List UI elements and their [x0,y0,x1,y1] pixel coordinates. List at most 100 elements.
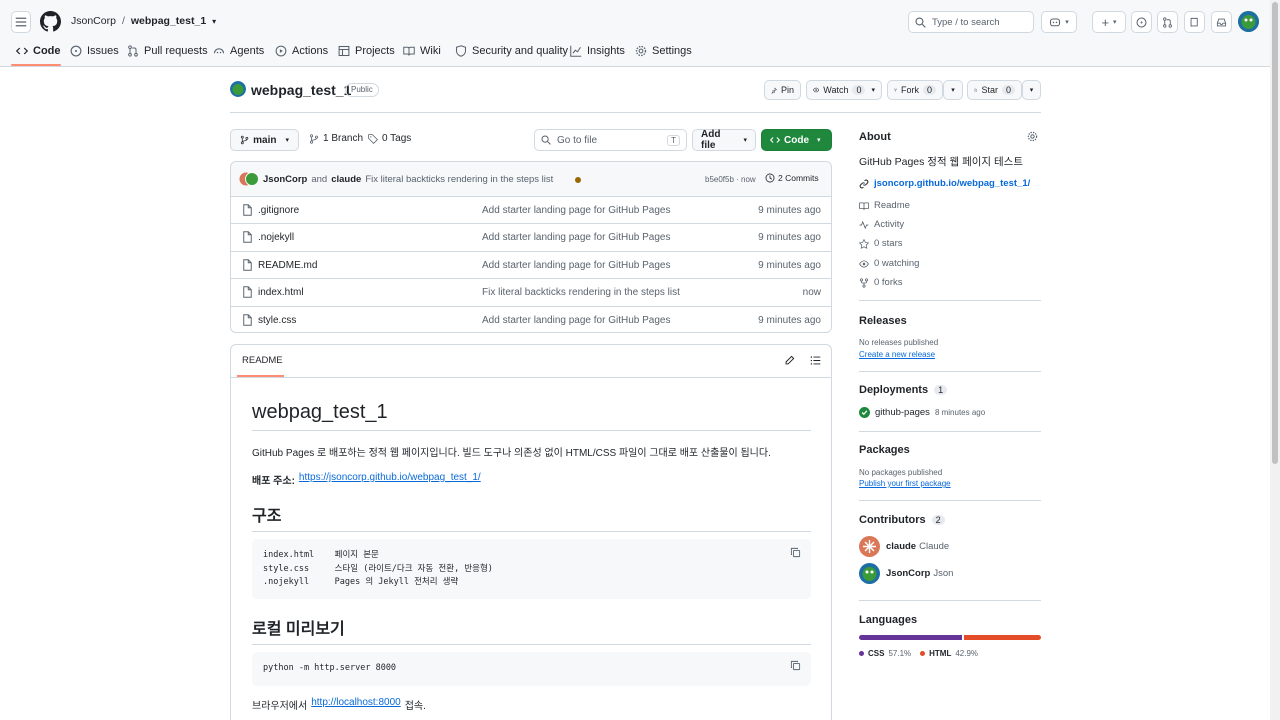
edit-readme-button[interactable] [784,355,795,366]
readme-tab[interactable]: README [242,355,283,366]
tab-pull-requests[interactable]: Pull requests [127,44,208,58]
repo-title[interactable]: webpag_test_1 [251,82,351,98]
readme-link-label: Readme [874,200,910,211]
file-name-link[interactable]: style.css [258,315,296,326]
publish-package-link[interactable]: Publish your first package [859,479,951,488]
commit-author-link[interactable]: JsonCorp [263,174,307,185]
language-name: HTML [929,649,952,658]
owner-link[interactable]: JsonCorp [71,15,116,27]
stars-link[interactable]: 0 stars [859,238,903,249]
tab-security[interactable]: Security and quality [455,44,568,58]
pin-button[interactable]: Pin [764,80,801,100]
contributors-heading[interactable]: Contributors [859,514,926,526]
packages-heading[interactable]: Packages [859,444,910,456]
pin-icon [771,86,777,94]
language-legend-item[interactable]: CSS 57.1% [859,649,911,658]
repo-link[interactable]: webpag_test_1 [131,15,206,27]
tab-wiki[interactable]: Wiki [403,44,441,58]
activity-link[interactable]: Activity [859,219,904,230]
user-avatar[interactable] [1238,11,1259,32]
create-new-button[interactable]: + ▾ [1092,11,1126,33]
code-icon [770,137,780,143]
copilot-button[interactable]: ▾ [1041,11,1077,33]
create-release-link[interactable]: Create a new release [859,350,935,359]
fork-button[interactable]: Fork 0 [887,80,943,100]
star-label: Star [981,85,998,95]
commit-message-link[interactable]: Fix literal backticks rendering in the s… [365,174,553,185]
branches-link[interactable]: 1 Branch [309,133,363,144]
file-name-link[interactable]: README.md [258,260,317,271]
inbox-button[interactable] [1211,11,1232,33]
file-commit-message-link[interactable]: Add starter landing page for GitHub Page… [482,315,670,326]
tab-actions[interactable]: Actions [275,44,328,58]
pull-requests-button[interactable] [1157,11,1178,33]
go-to-file-input[interactable]: Go to file T [534,129,687,151]
file-commit-message-link[interactable]: Add starter landing page for GitHub Page… [482,205,670,216]
outline-button[interactable] [810,355,821,366]
commits-history-link[interactable]: 2 Commits [765,173,819,183]
repositories-button[interactable] [1184,11,1205,33]
code-button[interactable]: Code ▾ [761,129,832,151]
edit-about-button[interactable] [1027,131,1038,142]
contributor-item[interactable]: JsonCorp Json [859,563,953,584]
fork-dropdown-button[interactable]: ▾ [943,80,963,100]
watching-link[interactable]: 0 watching [859,258,919,269]
scrollbar-thumb[interactable] [1272,2,1278,464]
deployments-heading[interactable]: Deployments [859,384,928,396]
file-row[interactable]: .gitignore Add starter landing page for G… [231,197,831,225]
tab-insights[interactable]: Insights [570,44,625,58]
localhost-link[interactable]: http://localhost:8000 [311,697,401,712]
tab-issues[interactable]: Issues [70,44,119,58]
github-logo-icon[interactable] [40,11,61,32]
page-scrollbar[interactable] [1270,0,1280,720]
fork-label: Fork [900,85,919,95]
branch-icon [240,135,249,145]
breadcrumb-separator: / [121,15,125,27]
repo-switcher-caret-icon[interactable]: ▾ [212,17,216,27]
star-list-dropdown-button[interactable]: ▾ [1022,80,1041,100]
tab-projects[interactable]: Projects [338,44,395,58]
commit-sha[interactable]: b5e0f5b · now [705,175,756,184]
contributor-item[interactable]: claude Claude [859,536,949,557]
branch-icon [309,133,319,144]
tags-link[interactable]: 0 Tags [368,133,411,144]
branches-count: 1 Branch [323,133,364,144]
file-name-link[interactable]: .gitignore [258,205,299,216]
tab-code[interactable]: Code [16,44,61,58]
language-legend-item[interactable]: HTML 42.9% [920,649,978,658]
deploy-url-link[interactable]: https://jsoncorp.github.io/webpag_test_1… [299,472,481,487]
search-input[interactable]: Type / to search [908,11,1034,33]
browser-text-end: 접속. [404,701,426,712]
readme-link[interactable]: Readme [859,200,910,211]
file-name-link[interactable]: index.html [258,287,304,298]
copy-button[interactable] [790,660,801,671]
watch-button[interactable]: Watch 0 ▾ [806,80,882,100]
deployment-time: 8 minutes ago [934,408,986,417]
copy-button[interactable] [790,547,801,558]
file-row[interactable]: README.md Add starter landing page for Gi… [231,252,831,280]
commit-status-dot-icon[interactable] [575,177,581,183]
file-row[interactable]: .nojekyll Add starter landing page for Gi… [231,224,831,252]
file-name-link[interactable]: .nojekyll [258,232,294,243]
forks-link[interactable]: 0 forks [859,277,903,288]
menu-button[interactable] [11,11,31,33]
branch-selector[interactable]: main ▾ [230,129,299,151]
plus-icon: + [1101,14,1110,30]
file-row[interactable]: style.css Add starter landing page for Gi… [231,307,831,332]
tab-settings[interactable]: Settings [635,44,692,58]
releases-heading[interactable]: Releases [859,315,907,327]
issues-button[interactable] [1131,11,1152,33]
add-file-button[interactable]: Add file ▾ [692,129,756,151]
tab-agents[interactable]: Agents [213,44,264,58]
deployment-env-link[interactable]: github-pages [875,407,930,418]
homepage-link[interactable]: jsoncorp.github.io/webpag_test_1/ [859,178,1030,189]
file-commit-message-link[interactable]: Add starter landing page for GitHub Page… [482,232,670,243]
star-button[interactable]: Star 0 [967,80,1022,100]
file-commit-message-link[interactable]: Add starter landing page for GitHub Page… [482,260,670,271]
file-list: .gitignore Add starter landing page for G… [231,197,831,332]
file-row[interactable]: index.html Fix literal backticks renderin… [231,279,831,307]
file-commit-message-link[interactable]: Fix literal backticks rendering in the s… [482,287,680,298]
commit-coauthor-link[interactable]: claude [331,174,361,185]
code-button-label: Code [784,134,809,146]
copy-icon [790,547,801,558]
